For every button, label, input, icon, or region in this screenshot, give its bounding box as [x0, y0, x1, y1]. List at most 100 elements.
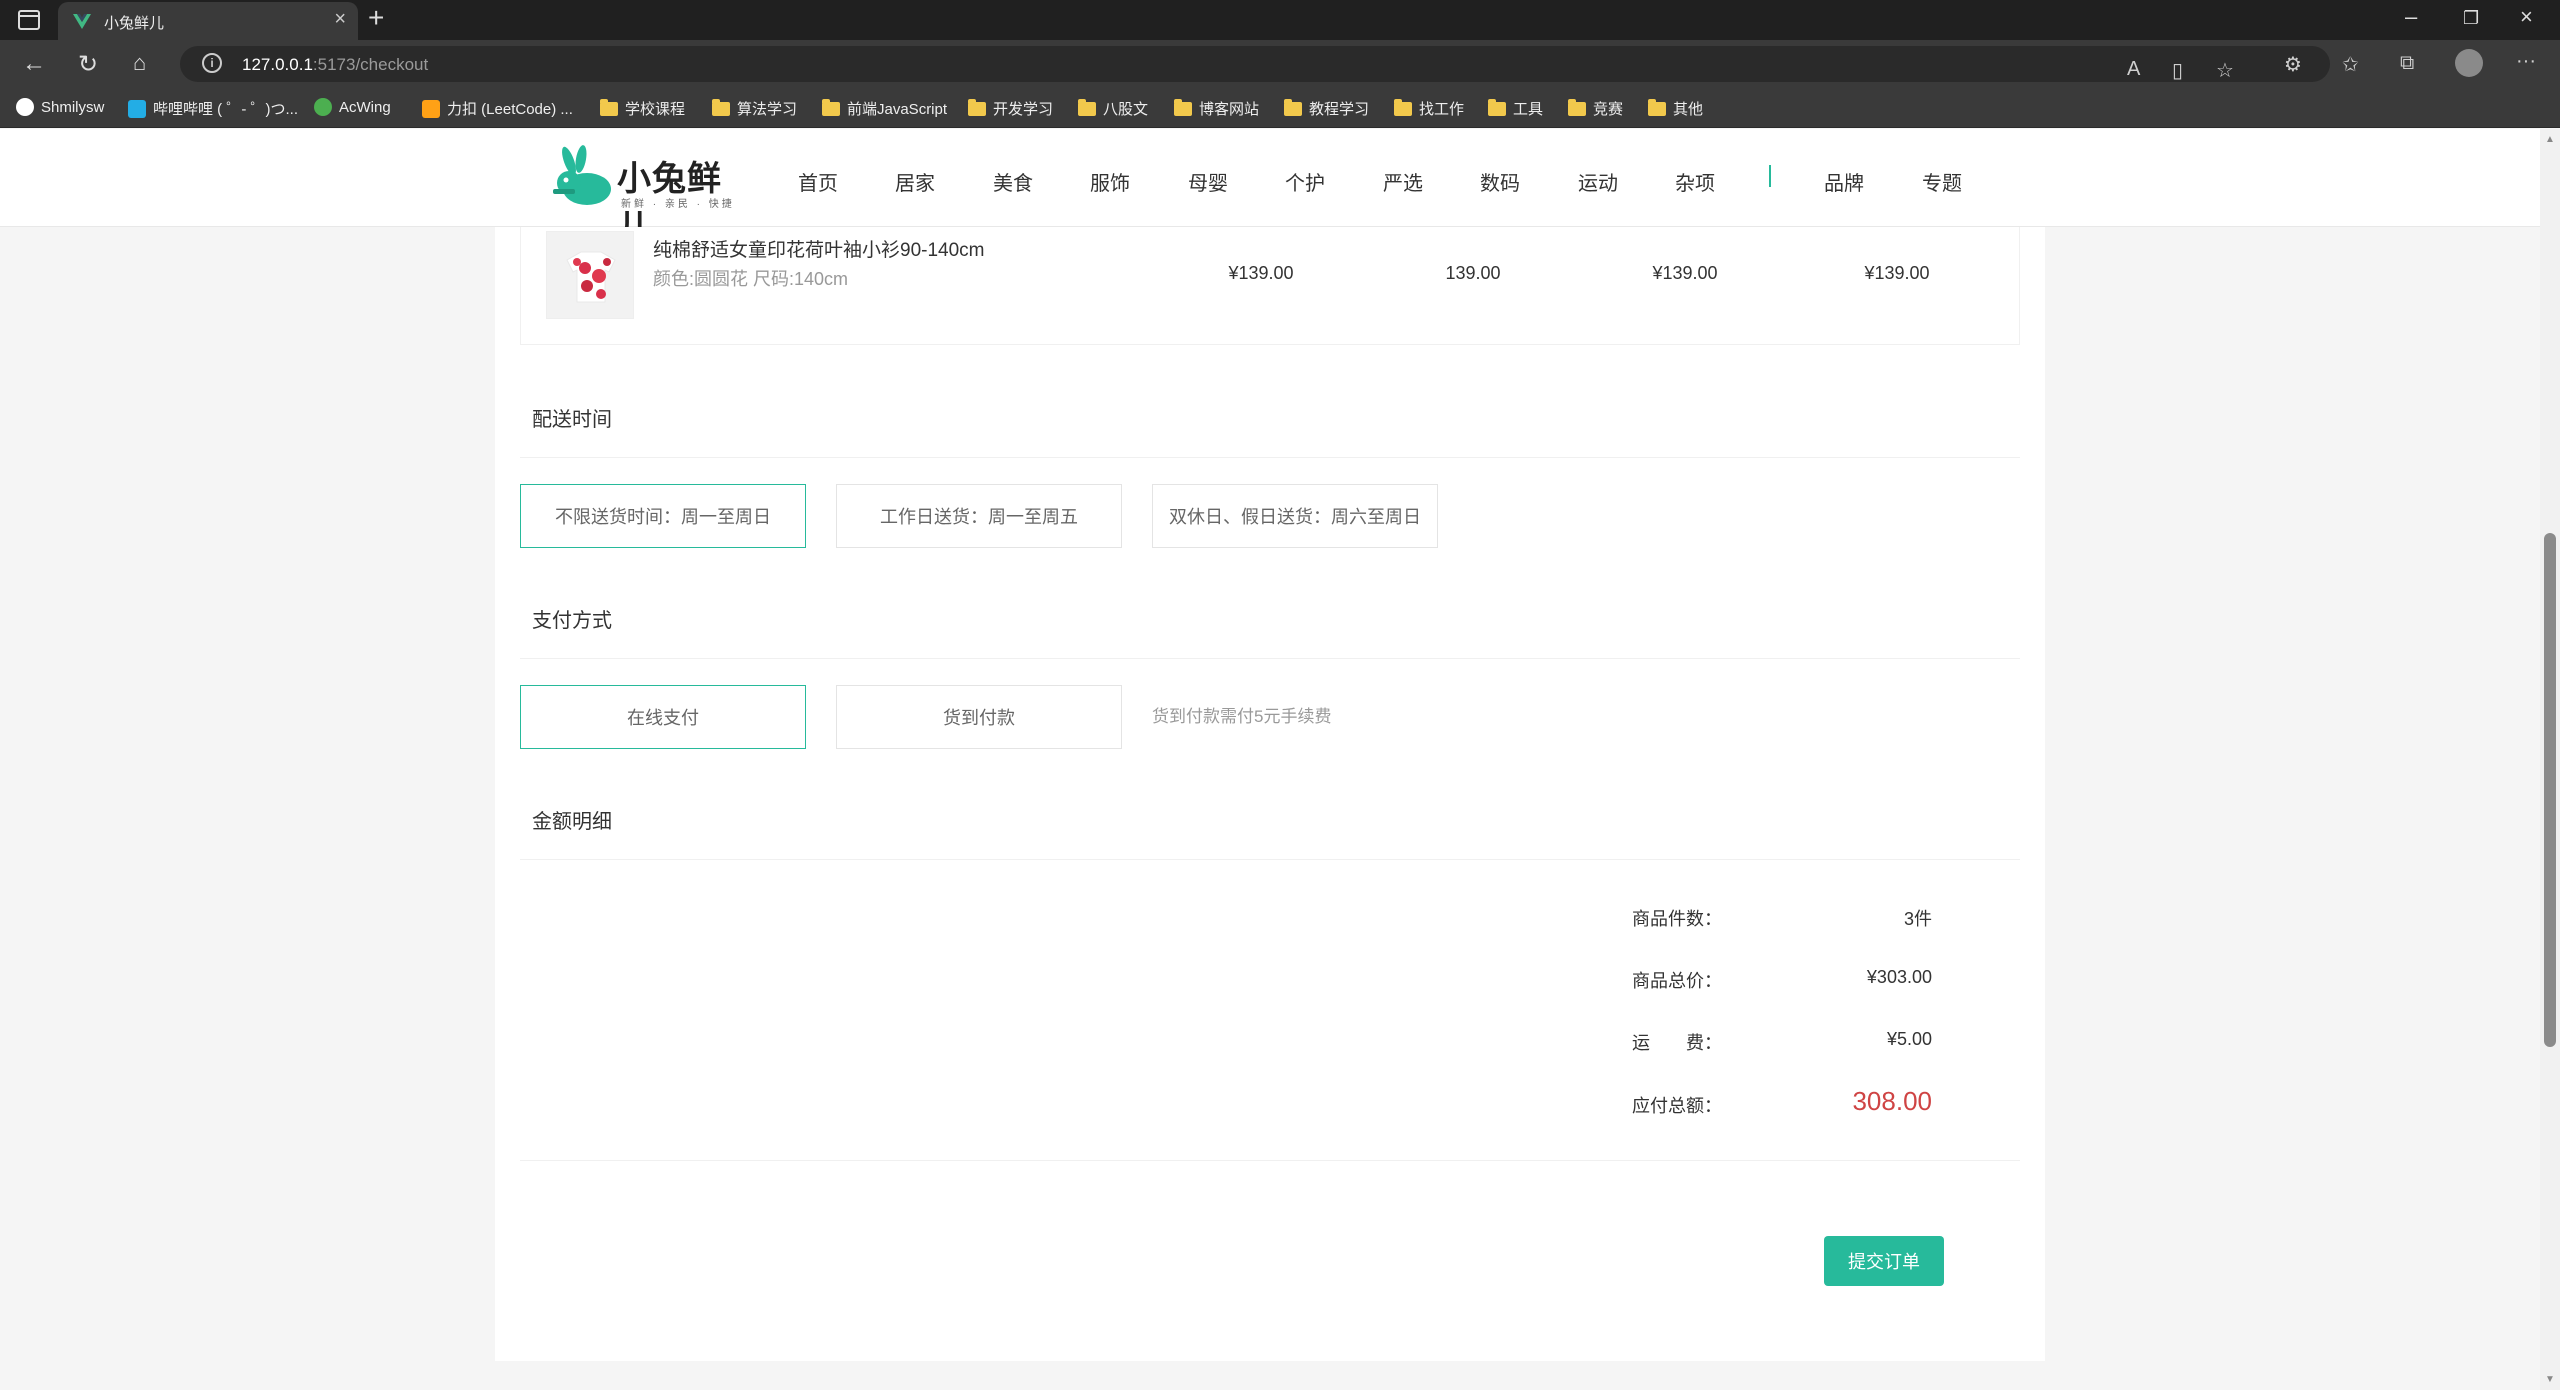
delivery-title: 配送时间: [532, 409, 612, 431]
browser-titlebar: 小兔鲜儿 × + – ❐ ×: [0, 0, 2560, 40]
bookmark-folder[interactable]: 找工作: [1394, 98, 1464, 119]
nav-baby[interactable]: 母婴: [1188, 167, 1228, 196]
close-window-icon[interactable]: ×: [2520, 4, 2533, 30]
folder-icon: [822, 98, 840, 116]
extensions-icon[interactable]: ⚙: [2284, 52, 2302, 77]
rabbit-logo-icon: [553, 145, 611, 205]
nav-personal-care[interactable]: 个护: [1285, 167, 1325, 196]
scroll-down-icon[interactable]: ▼: [2545, 1374, 2555, 1385]
checkout-card: 纯棉舒适女童印花荷叶袖小衫90-140cm 颜色:圆圆花 尺码:140cm ¥1…: [495, 227, 2045, 1361]
nav-digital[interactable]: 数码: [1480, 167, 1520, 196]
goods-row: 纯棉舒适女童印花荷叶袖小衫90-140cm 颜色:圆圆花 尺码:140cm ¥1…: [520, 227, 2020, 345]
nav-home-living[interactable]: 居家: [895, 167, 935, 196]
delivery-option-weekend[interactable]: 双休日、假日送货：周六至周日: [1152, 484, 1438, 548]
bookmarks-bar: Shmilysw 哔哩哔哩 ( ゜- ゜)つ... AcWing 力扣 (Lee…: [0, 88, 2560, 128]
bookmark-folder[interactable]: 学校课程: [600, 98, 685, 119]
bookmark-folder[interactable]: 算法学习: [712, 98, 797, 119]
nav-topic[interactable]: 专题: [1922, 167, 1962, 196]
bookmark-folder[interactable]: 开发学习: [968, 98, 1053, 119]
bookmark-folder[interactable]: 教程学习: [1284, 98, 1369, 119]
address-bar[interactable]: i 127.0.0.1:5173/checkout A ▯ ☆: [180, 46, 2330, 82]
bookmark-folder[interactable]: 前端JavaScript: [822, 98, 947, 119]
favorites-icon[interactable]: ✩: [2342, 52, 2359, 77]
site-info-icon[interactable]: i: [202, 53, 222, 73]
new-tab-icon[interactable]: +: [368, 2, 384, 34]
payment-option-online[interactable]: 在线支付: [520, 685, 806, 749]
collections-icon[interactable]: ⧉: [2400, 52, 2414, 75]
folder-icon: [1174, 98, 1192, 116]
add-favorite-icon[interactable]: ☆: [2216, 58, 2234, 83]
folder-icon: [1078, 98, 1096, 116]
goods-total-label: 商品总价：: [1632, 971, 1722, 991]
url-text[interactable]: 127.0.0.1:5173/checkout: [242, 55, 428, 75]
read-aloud-icon[interactable]: A: [2127, 58, 2140, 81]
site-header: 小兔鲜儿 新鲜 · 亲民 · 快捷 首页 居家 美食 服饰 母婴 个护 严选 数…: [0, 129, 2540, 247]
goods-subtotal: ¥139.00: [1652, 263, 1718, 283]
logo-slogan: 新鲜 · 亲民 · 快捷: [621, 199, 735, 210]
delivery-option-weekday[interactable]: 工作日送货：周一至周五: [836, 484, 1122, 548]
site-logo[interactable]: 小兔鲜儿 新鲜 · 亲民 · 快捷: [547, 139, 747, 247]
profile-avatar[interactable]: [2455, 49, 2483, 77]
bookmark-folder[interactable]: 博客网站: [1174, 98, 1259, 119]
goods-attrs: 颜色:圆圆花 尺码:140cm: [653, 269, 849, 289]
scrollbar-thumb[interactable]: [2544, 533, 2556, 1047]
nav-home[interactable]: 首页: [798, 167, 838, 196]
tab-title: 小兔鲜儿: [104, 15, 165, 32]
folder-icon: [968, 98, 986, 116]
divider: [520, 658, 2020, 659]
goods-name[interactable]: 纯棉舒适女童印花荷叶袖小衫90-140cm: [653, 235, 985, 262]
divider: [520, 1160, 2020, 1161]
goods-total-value: ¥303.00: [1866, 967, 1932, 987]
freight-value: ¥5.00: [1886, 1029, 1932, 1049]
nav-selected[interactable]: 严选: [1383, 167, 1423, 196]
tab-actions-icon[interactable]: [18, 10, 40, 30]
home-icon[interactable]: ⌂: [133, 50, 146, 76]
split-screen-icon[interactable]: ▯: [2172, 58, 2183, 83]
restore-icon[interactable]: ❐: [2463, 8, 2479, 29]
goods-price: ¥139.00: [1228, 263, 1294, 283]
bookmark-item[interactable]: 哔哩哔哩 ( ゜- ゜)つ...: [128, 98, 298, 119]
refresh-icon[interactable]: ↻: [78, 50, 98, 79]
close-tab-icon[interactable]: ×: [334, 8, 346, 31]
divider: [520, 457, 2020, 458]
submit-order-button[interactable]: 提交订单: [1824, 1236, 1944, 1286]
folder-icon: [1394, 98, 1412, 116]
folder-icon: [1284, 98, 1302, 116]
divider: [520, 859, 2020, 860]
vue-icon: [73, 14, 91, 29]
goods-count-label: 商品件数：: [1632, 909, 1722, 929]
bookmark-folder[interactable]: 竞赛: [1568, 98, 1623, 119]
goods-count: 139.00: [1445, 263, 1501, 283]
bookmark-folder[interactable]: 其他: [1648, 98, 1703, 119]
bookmark-item[interactable]: Shmilysw: [16, 98, 104, 116]
folder-icon: [1488, 98, 1506, 116]
freight-label: 运 费：: [1632, 1033, 1722, 1053]
browser-tab[interactable]: 小兔鲜儿 ×: [58, 2, 358, 40]
more-menu-icon[interactable]: ···: [2516, 50, 2536, 73]
goods-payable: ¥139.00: [1864, 263, 1930, 283]
bookmark-item[interactable]: 力扣 (LeetCode) ...: [422, 98, 573, 119]
nav-sports[interactable]: 运动: [1578, 167, 1618, 196]
summary-title: 金额明细: [532, 811, 612, 833]
cod-fee-tip: 货到付款需付5元手续费: [1152, 707, 1332, 726]
delivery-option-any[interactable]: 不限送货时间：周一至周日: [520, 484, 806, 548]
nav-food[interactable]: 美食: [993, 167, 1033, 196]
payment-option-cod[interactable]: 货到付款: [836, 685, 1122, 749]
goods-count-value: 3件: [1903, 909, 1932, 929]
bookmark-item[interactable]: AcWing: [314, 98, 391, 116]
minimize-icon[interactable]: –: [2405, 4, 2417, 30]
leetcode-icon: [422, 99, 440, 118]
pay-total-value: 308.00: [1852, 1086, 1932, 1116]
bookmark-folder[interactable]: 八股文: [1078, 98, 1148, 119]
nav-brand[interactable]: 品牌: [1824, 167, 1864, 196]
nav-misc[interactable]: 杂项: [1675, 167, 1715, 196]
back-icon[interactable]: ←: [22, 50, 46, 78]
folder-icon: [1648, 98, 1666, 116]
payment-title: 支付方式: [532, 610, 612, 632]
scroll-up-icon[interactable]: ▲: [2545, 134, 2555, 145]
bookmark-folder[interactable]: 工具: [1488, 98, 1543, 119]
acwing-icon: [314, 98, 332, 116]
nav-clothing[interactable]: 服饰: [1090, 167, 1130, 196]
github-icon: [16, 98, 34, 116]
folder-icon: [1568, 98, 1586, 116]
